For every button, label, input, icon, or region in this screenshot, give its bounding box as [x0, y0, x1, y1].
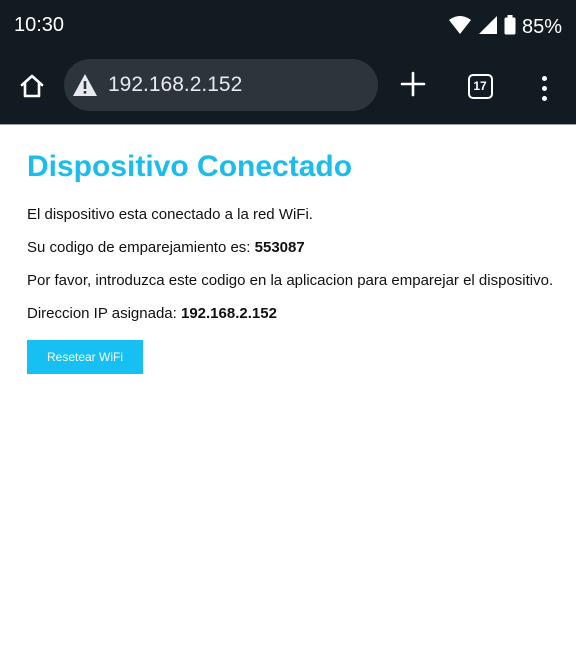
menu-icon-dot: [541, 85, 547, 91]
plus-icon: [400, 71, 426, 102]
pairing-code-label: Su codigo de emparejamiento es:: [27, 239, 255, 256]
battery-icon: [504, 14, 516, 40]
warning-icon[interactable]: [72, 73, 98, 97]
battery-percent: 85%: [521, 16, 562, 38]
home-icon: [18, 72, 46, 105]
instructions-text: Por favor, introduzca este codigo en la …: [27, 272, 554, 289]
ip-address-line: Direccion IP asignada: 192.168.2.152: [27, 304, 567, 324]
menu-button[interactable]: [532, 70, 556, 106]
tab-switcher-button[interactable]: 17: [466, 72, 494, 100]
address-bar[interactable]: 192.168.2.152: [64, 59, 378, 111]
page-title: Dispositivo Conectado: [27, 150, 353, 183]
tabs-icon: 17: [467, 73, 493, 99]
home-button[interactable]: [14, 70, 50, 106]
tab-count: 17: [473, 79, 487, 93]
pairing-code-line: Su codigo de emparejamiento es: 553087: [27, 238, 567, 258]
signal-icon: [478, 15, 498, 40]
new-tab-button[interactable]: [398, 68, 428, 104]
pairing-code: 553087: [254, 239, 305, 256]
status-icons: 85%: [448, 14, 562, 40]
status-time: 10:30: [14, 14, 65, 36]
browser-toolbar: 192.168.2.152 17: [0, 52, 576, 125]
url-text[interactable]: 192.168.2.152: [108, 73, 242, 97]
menu-icon-dot: [541, 95, 547, 101]
menu-icon: [541, 75, 547, 81]
status-bar: 10:30 85%: [0, 0, 576, 52]
connected-message: El dispositivo esta conectado a la red W…: [27, 206, 313, 223]
page-content: Dispositivo Conectado El dispositivo est…: [27, 146, 567, 374]
wifi-icon: [448, 15, 472, 40]
ip-address-value: 192.168.2.152: [180, 305, 277, 322]
reset-wifi-button[interactable]: Resetear WiFi: [27, 340, 143, 374]
ip-address-label: Direccion IP asignada:: [27, 305, 181, 322]
